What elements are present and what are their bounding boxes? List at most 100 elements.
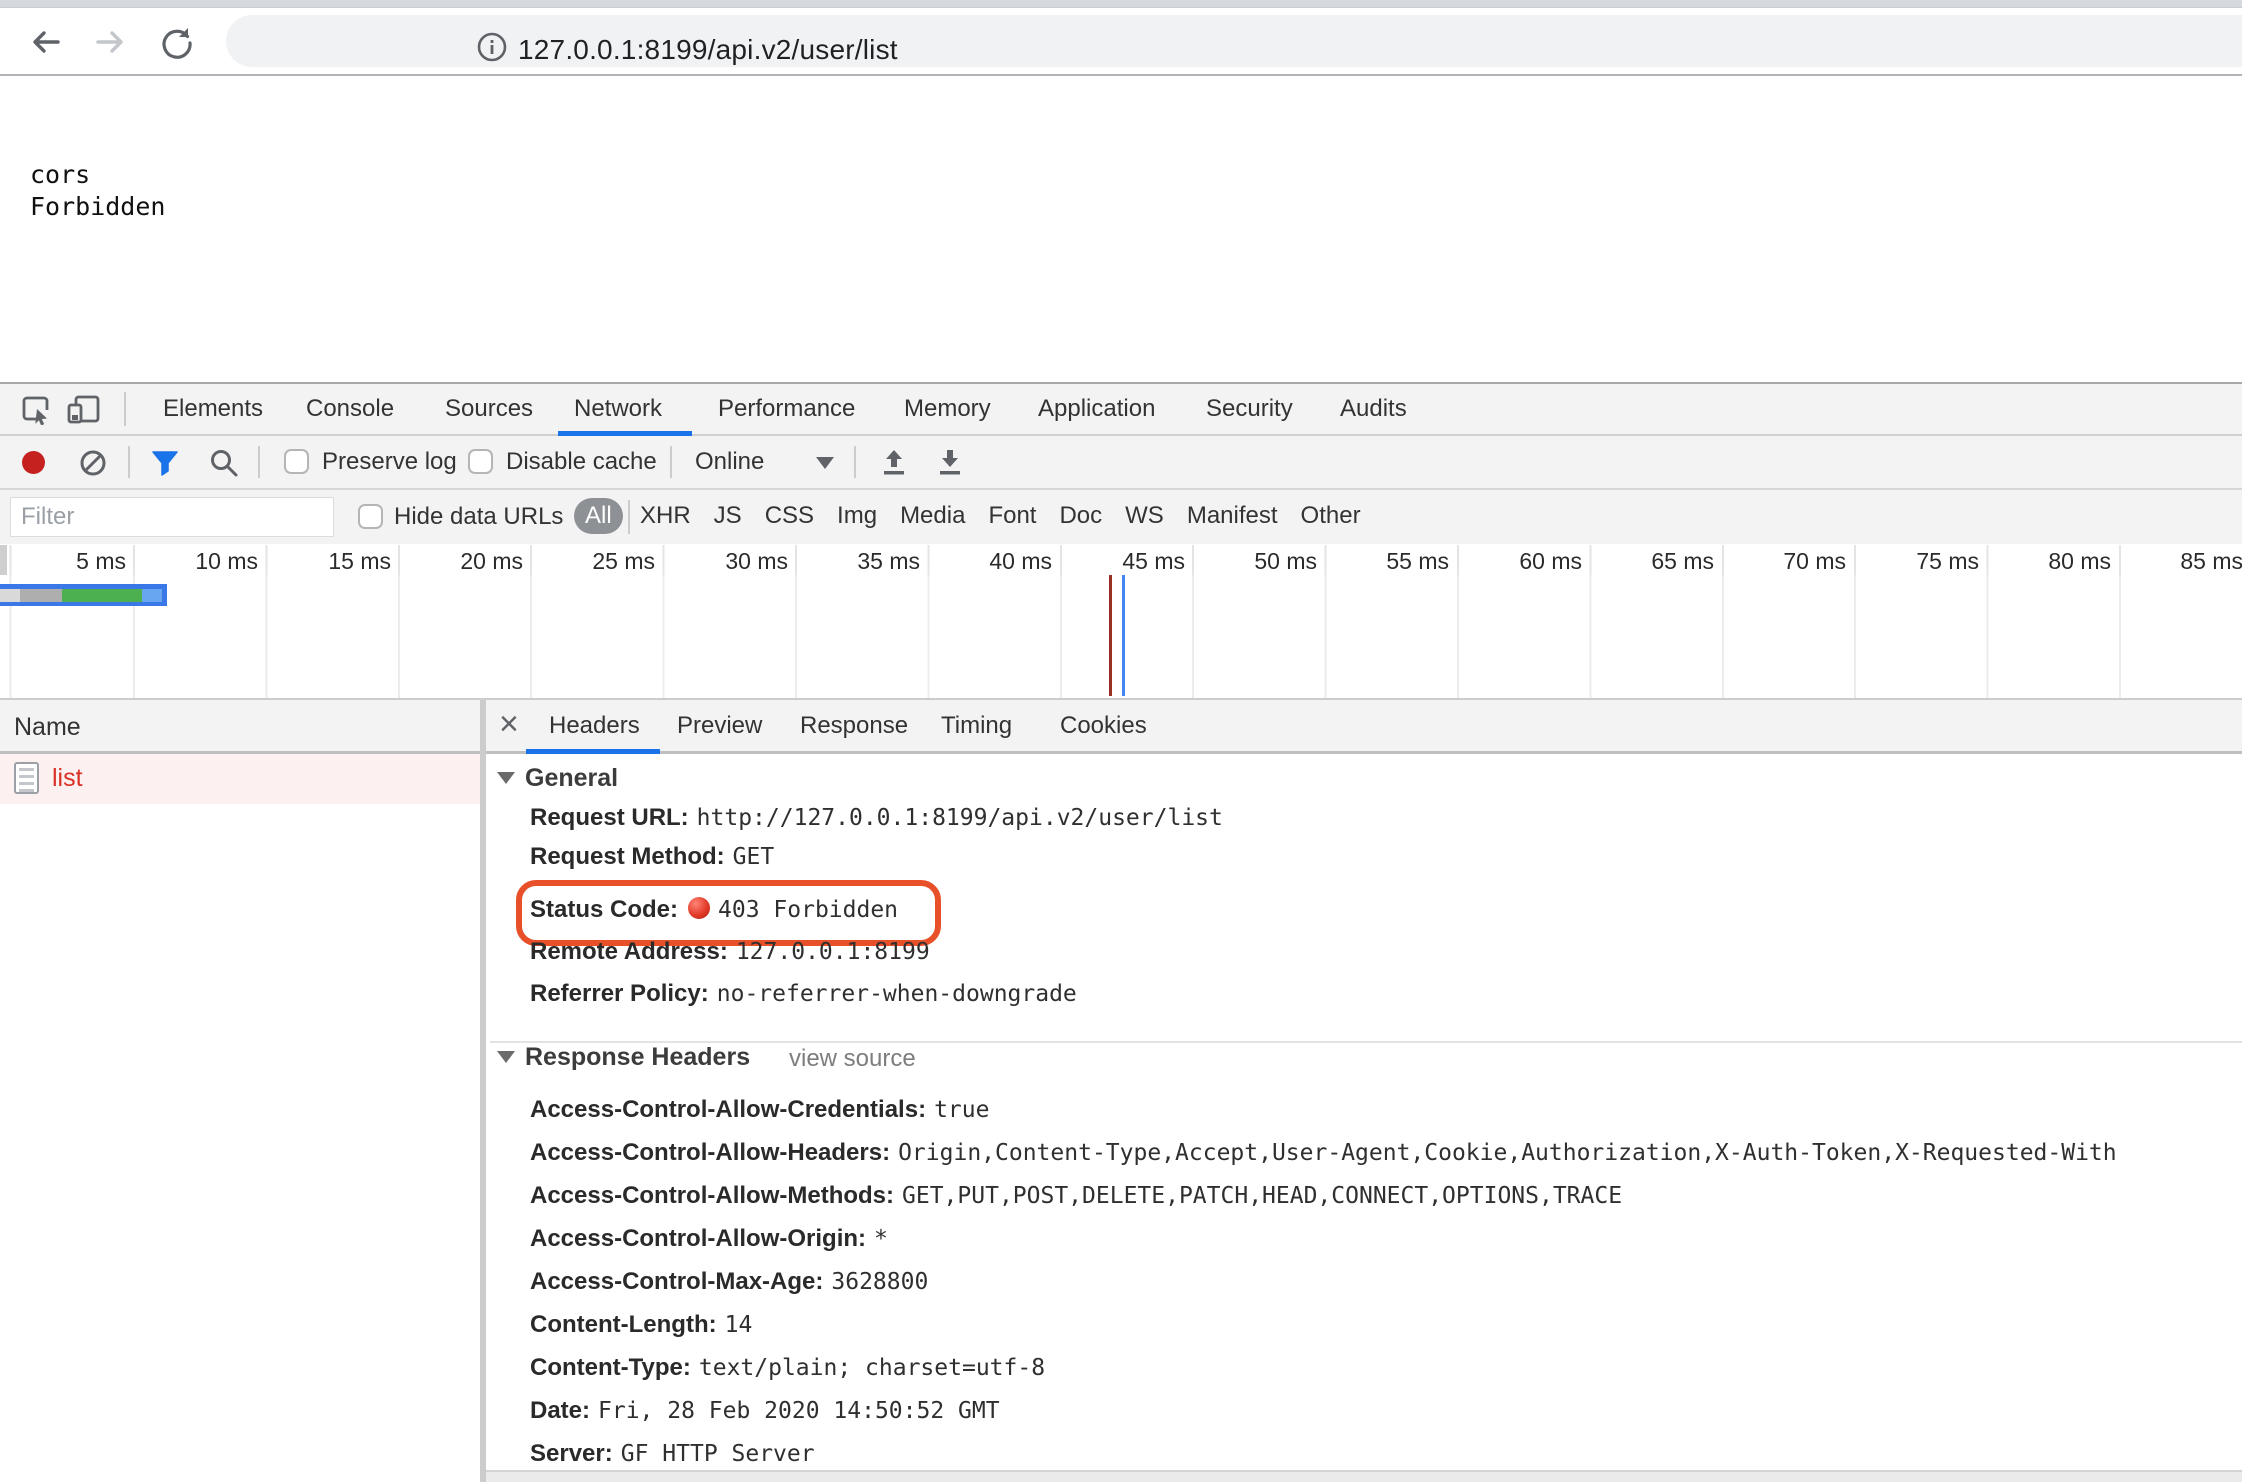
request-row-list[interactable]: list <box>0 754 480 804</box>
type-filter-media[interactable]: Media <box>900 502 965 530</box>
details-scrollbar-track[interactable] <box>486 1470 2242 1482</box>
chevron-down-icon[interactable] <box>816 457 834 469</box>
details-tab-headers[interactable]: Headers <box>549 712 640 740</box>
type-filter-xhr[interactable]: XHR <box>640 502 691 530</box>
type-filter-other[interactable]: Other <box>1301 502 1361 530</box>
divider <box>670 446 672 478</box>
filter-funnel-icon[interactable] <box>150 448 180 478</box>
tick-label: 15 ms <box>261 548 391 575</box>
export-har-icon[interactable] <box>936 448 964 478</box>
hide-data-urls-label[interactable]: Hide data URLs <box>394 503 563 531</box>
hide-data-urls-checkbox[interactable] <box>358 504 383 529</box>
tick-label: 20 ms <box>393 548 523 575</box>
header-row-status-code: Status Code:403 Forbidden <box>530 895 898 924</box>
tab-memory[interactable]: Memory <box>904 395 991 423</box>
tab-audits[interactable]: Audits <box>1340 395 1407 423</box>
tab-application[interactable]: Application <box>1038 395 1155 423</box>
details-tab-cookies[interactable]: Cookies <box>1060 712 1147 740</box>
general-section-header[interactable]: General <box>497 764 618 793</box>
request-waterfall-bar[interactable] <box>0 584 167 606</box>
type-filter-font[interactable]: Font <box>988 502 1036 530</box>
tab-performance[interactable]: Performance <box>718 395 855 423</box>
type-filter-manifest[interactable]: Manifest <box>1187 502 1278 530</box>
tick-label: 25 ms <box>525 548 655 575</box>
close-icon[interactable]: × <box>499 705 519 744</box>
tab-sources[interactable]: Sources <box>445 395 533 423</box>
timeline-ruler: 5 ms 10 ms 15 ms 20 ms 25 ms 30 ms 35 ms… <box>0 545 2242 575</box>
waterfall-segment-waiting <box>62 589 142 602</box>
section-separator <box>490 1041 2242 1043</box>
header-row-content-length: Content-Length:14 <box>530 1311 752 1339</box>
reload-icon[interactable] <box>160 26 192 58</box>
disclosure-triangle-icon[interactable] <box>497 772 515 784</box>
details-tabbar: × Headers Preview Response Timing Cookie… <box>486 700 2242 754</box>
inspect-element-icon[interactable] <box>20 393 52 425</box>
load-event-line <box>1109 575 1112 696</box>
header-row-acac: Access-Control-Allow-Credentials:true <box>530 1096 989 1124</box>
type-filter-css[interactable]: CSS <box>765 502 814 530</box>
url-bar[interactable]: 127.0.0.1:8199/api.v2/user/list <box>226 15 2242 67</box>
disable-cache-checkbox[interactable] <box>468 449 493 474</box>
tick-label: 45 ms <box>1055 548 1185 575</box>
document-icon <box>14 762 39 794</box>
details-tab-preview[interactable]: Preview <box>677 712 762 740</box>
waterfall-segment-download <box>142 589 162 602</box>
network-main-area: Name list × Headers Preview Response Tim… <box>0 700 2242 1482</box>
type-filter-all[interactable]: All <box>574 498 623 534</box>
tick-label: 50 ms <box>1187 548 1317 575</box>
header-row-acma: Access-Control-Max-Age:3628800 <box>530 1268 928 1296</box>
tick-label: 80 ms <box>1981 548 2111 575</box>
response-headers-section-header[interactable]: Response Headers <box>497 1043 750 1072</box>
header-row-request-url: Request URL:http://127.0.0.1:8199/api.v2… <box>530 804 1223 832</box>
device-toolbar-icon[interactable] <box>66 393 102 425</box>
request-details-pane: × Headers Preview Response Timing Cookie… <box>486 700 2242 1482</box>
forward-icon[interactable] <box>94 26 126 58</box>
tick-label: 10 ms <box>128 548 258 575</box>
back-icon[interactable] <box>30 26 62 58</box>
preserve-log-label[interactable]: Preserve log <box>322 448 457 476</box>
tab-strip-edge <box>0 0 2242 8</box>
type-filter-js[interactable]: JS <box>714 502 742 530</box>
type-filter-list: XHR JS CSS Img Media Font Doc WS Manifes… <box>640 502 1361 530</box>
tab-console[interactable]: Console <box>306 395 394 423</box>
details-tab-response[interactable]: Response <box>800 712 908 740</box>
tick-label: 5 ms <box>0 548 126 575</box>
tab-security[interactable]: Security <box>1206 395 1293 423</box>
tab-elements[interactable]: Elements <box>163 395 263 423</box>
search-icon[interactable] <box>208 447 240 479</box>
request-name[interactable]: list <box>52 764 83 793</box>
tab-network[interactable]: Network <box>574 395 662 423</box>
devtools-tabbar: Elements Console Sources Network Perform… <box>0 384 2242 436</box>
header-row-request-method: Request Method:GET <box>530 843 774 871</box>
tick-label: 30 ms <box>658 548 788 575</box>
disclosure-triangle-icon[interactable] <box>497 1051 515 1063</box>
page-text-line: cors <box>30 160 90 189</box>
clear-icon[interactable] <box>78 448 108 478</box>
requests-header-row[interactable]: Name <box>0 700 480 754</box>
import-har-icon[interactable] <box>880 448 908 478</box>
record-button[interactable] <box>22 451 45 474</box>
disable-cache-label[interactable]: Disable cache <box>506 448 657 476</box>
domcontentloaded-event-line <box>1122 575 1125 696</box>
view-source-link[interactable]: view source <box>789 1045 916 1073</box>
network-toolbar: Preserve log Disable cache Online <box>0 436 2242 490</box>
name-column-header[interactable]: Name <box>14 713 81 742</box>
url-text: 127.0.0.1:8199/api.v2/user/list <box>518 34 898 66</box>
type-filter-img[interactable]: Img <box>837 502 877 530</box>
filter-input[interactable] <box>10 497 334 537</box>
throttling-select[interactable]: Online <box>695 448 764 476</box>
info-icon[interactable] <box>472 27 512 67</box>
divider <box>128 446 130 478</box>
header-row-referrer-policy: Referrer Policy:no-referrer-when-downgra… <box>530 980 1077 1008</box>
tick-label: 55 ms <box>1319 548 1449 575</box>
type-filter-ws[interactable]: WS <box>1125 502 1164 530</box>
type-filter-doc[interactable]: Doc <box>1059 502 1102 530</box>
preserve-log-checkbox[interactable] <box>284 449 309 474</box>
header-row-acam: Access-Control-Allow-Methods:GET,PUT,POS… <box>530 1182 1622 1210</box>
waterfall-segment-queueing <box>0 589 20 602</box>
details-tab-timing[interactable]: Timing <box>941 712 1012 740</box>
timeline-waterfall[interactable] <box>0 575 2242 700</box>
divider <box>854 446 856 478</box>
page-content: cors Forbidden <box>0 76 2242 382</box>
header-row-acah: Access-Control-Allow-Headers:Origin,Cont… <box>530 1139 2117 1167</box>
